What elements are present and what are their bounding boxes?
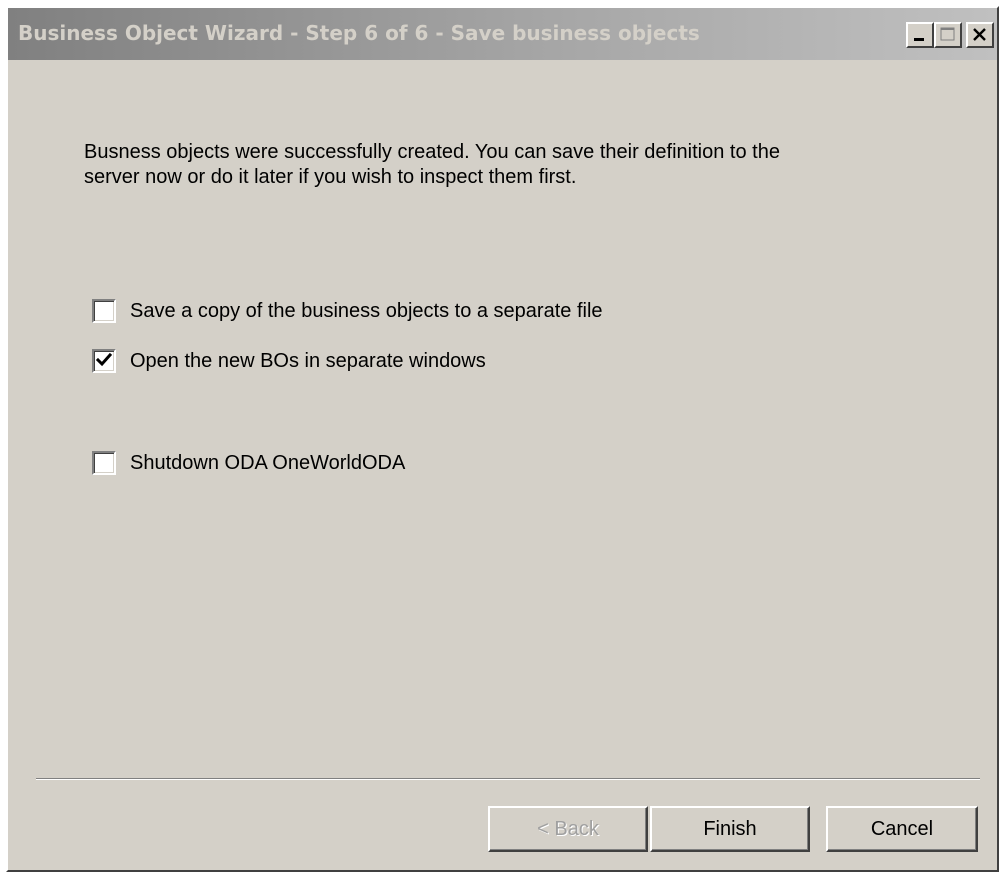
back-button[interactable]: < Back	[488, 806, 648, 852]
message-line-2: server now or do it later if you wish to…	[84, 166, 577, 188]
maximize-button[interactable]	[934, 22, 962, 48]
finish-button[interactable]: Finish	[650, 806, 810, 852]
open-bos-checkbox[interactable]	[92, 349, 116, 373]
minimize-button[interactable]	[906, 22, 934, 48]
window-title: Business Object Wizard - Step 6 of 6 - S…	[18, 21, 700, 45]
save-copy-checkbox[interactable]	[92, 299, 116, 323]
message-line-1: Busness objects were successfully create…	[84, 141, 780, 163]
close-button[interactable]	[966, 22, 994, 48]
maximize-icon	[940, 27, 955, 41]
minimize-icon	[914, 38, 924, 41]
wizard-window: Business Object Wizard - Step 6 of 6 - S…	[6, 6, 999, 872]
checkmark-icon	[95, 352, 113, 367]
option-save-copy[interactable]: Save a copy of the business objects to a…	[92, 297, 603, 325]
wizard-content: Busness objects were successfully create…	[8, 60, 997, 870]
close-icon	[973, 28, 986, 41]
shutdown-oda-label[interactable]: Shutdown ODA OneWorldODA	[130, 452, 405, 475]
option-open-bos[interactable]: Open the new BOs in separate windows	[92, 347, 486, 375]
option-shutdown-oda[interactable]: Shutdown ODA OneWorldODA	[92, 449, 405, 477]
footer-separator	[36, 778, 980, 780]
open-bos-label[interactable]: Open the new BOs in separate windows	[130, 350, 486, 373]
title-bar[interactable]: Business Object Wizard - Step 6 of 6 - S…	[8, 8, 997, 60]
save-copy-label[interactable]: Save a copy of the business objects to a…	[130, 300, 603, 323]
status-message: Busness objects were successfully create…	[84, 140, 904, 190]
shutdown-oda-checkbox[interactable]	[92, 451, 116, 475]
cancel-button[interactable]: Cancel	[826, 806, 978, 852]
